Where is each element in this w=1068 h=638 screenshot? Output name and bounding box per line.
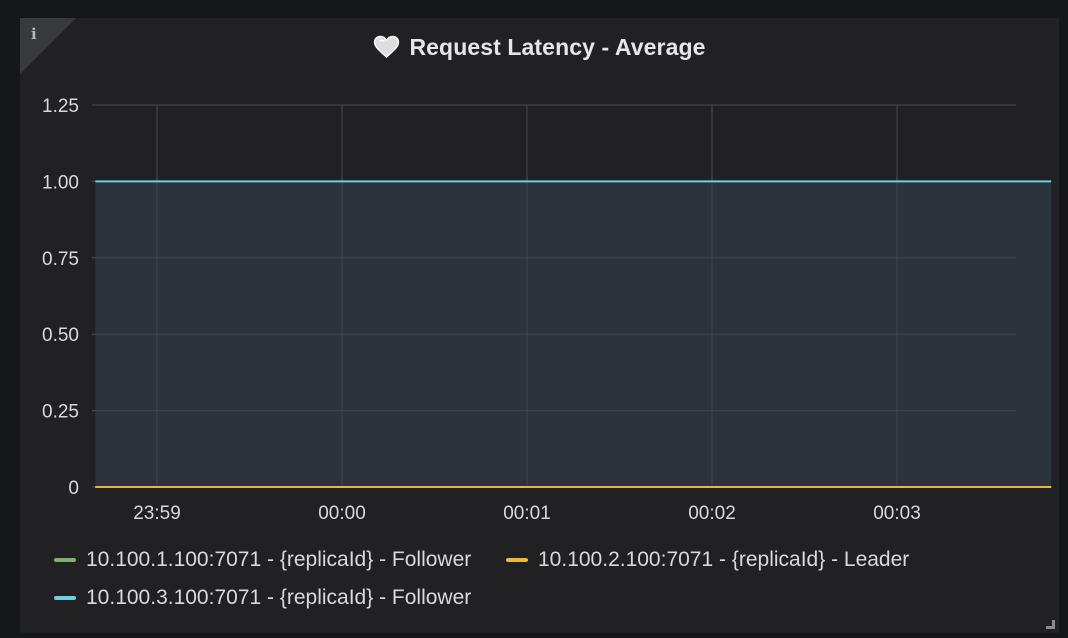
resize-handle[interactable]: [1046, 620, 1055, 629]
legend-swatch: [54, 596, 76, 600]
chart-area: 0 0.25 0.50 0.75 1.00 1.25 23:59 00:00 00:01 00:0…: [42, 96, 1052, 524]
y-tick-label: 1.25: [42, 96, 79, 117]
y-tick-label: 1.00: [42, 172, 79, 193]
legend-item-series-3[interactable]: 10.100.3.100:7071 - {replicaId} - Follow…: [54, 586, 471, 610]
y-tick-label: 0: [68, 478, 79, 499]
legend-label: 10.100.3.100:7071 - {replicaId} - Follow…: [86, 586, 472, 609]
legend-swatch: [506, 558, 528, 562]
x-tick-label: 23:59: [133, 503, 181, 524]
legend-item-series-2[interactable]: 10.100.2.100:7071 - {replicaId} - Leader: [506, 548, 909, 572]
legend-swatch: [54, 558, 76, 562]
legend-label: 10.100.2.100:7071 - {replicaId} - Leader: [538, 548, 910, 571]
legend-item-series-1[interactable]: 10.100.1.100:7071 - {replicaId} - Follow…: [54, 548, 471, 572]
y-tick-label: 0.75: [42, 249, 79, 270]
x-tick-label: 00:00: [318, 503, 366, 524]
legend-label: 10.100.1.100:7071 - {replicaId} - Follow…: [86, 548, 472, 571]
x-tick-label: 00:01: [503, 503, 551, 524]
x-tick-label: 00:02: [688, 503, 736, 524]
y-tick-label: 0.25: [42, 402, 79, 423]
x-tick-label: 00:03: [873, 503, 921, 524]
graph-panel: i Request Latency - Average 0 0.25 0.50 0.7…: [20, 18, 1059, 633]
y-tick-label: 0.50: [42, 325, 79, 346]
